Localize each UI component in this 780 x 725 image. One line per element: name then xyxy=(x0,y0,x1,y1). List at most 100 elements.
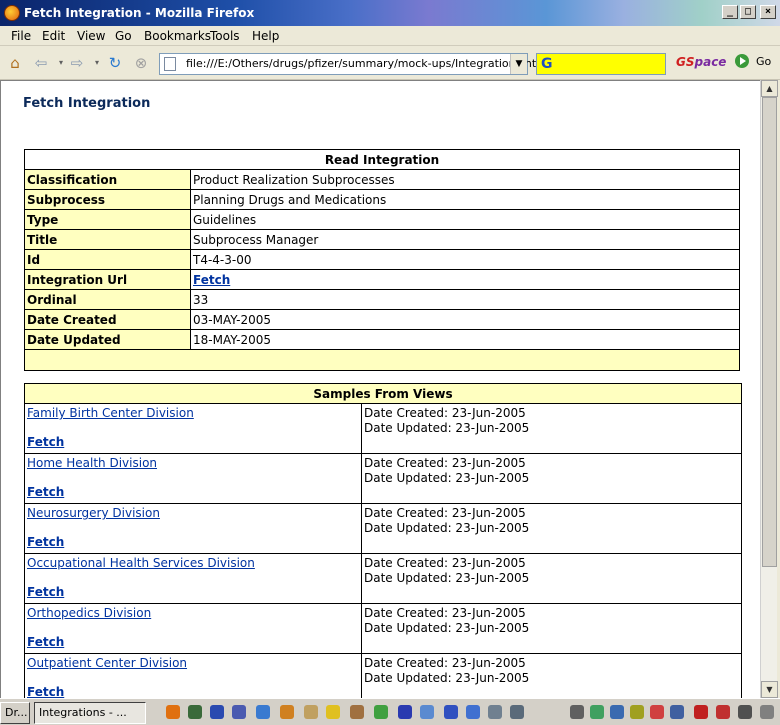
system-tray-icon-6[interactable] xyxy=(670,705,684,719)
stop-icon[interactable]: ⊗ xyxy=(132,54,150,72)
system-tray-icon-9[interactable] xyxy=(738,705,752,719)
division-link[interactable]: Outpatient Center Division xyxy=(27,656,359,670)
menu-file[interactable]: File xyxy=(11,29,31,43)
window-titlebar: Fetch Integration - Mozilla Firefox _ □ … xyxy=(0,0,780,26)
sample-name-cell: Neurosurgery Division Fetch xyxy=(24,503,362,554)
reload-icon[interactable]: ↻ xyxy=(106,54,124,72)
forward-icon[interactable]: ⇨ xyxy=(68,54,86,72)
scroll-down-icon[interactable]: ▼ xyxy=(761,681,778,698)
menu-go[interactable]: Go xyxy=(115,29,132,43)
info-value-cell: Fetch xyxy=(190,269,740,290)
info-row: Id T4-4-3-00 xyxy=(24,249,740,270)
app-tray-icon-13[interactable] xyxy=(488,705,502,719)
division-link[interactable]: Home Health Division xyxy=(27,456,359,470)
app-tray-icon-5[interactable] xyxy=(304,705,318,719)
system-tray-icon-5[interactable] xyxy=(650,705,664,719)
division-link[interactable]: Occupational Health Services Division xyxy=(27,556,359,570)
gspace-logo[interactable]: GSpace xyxy=(676,55,726,69)
fetch-link[interactable]: Fetch xyxy=(27,685,359,698)
sample-dates-cell: Date Created: 23-Jun-2005 Date Updated: 2… xyxy=(361,503,742,554)
sample-name-cell: Orthopedics Division Fetch xyxy=(24,603,362,654)
app-tray-icon-12[interactable] xyxy=(466,705,480,719)
window-title: Fetch Integration - Mozilla Firefox xyxy=(24,6,255,20)
app-tray-icon-6[interactable] xyxy=(326,705,340,719)
back-icon[interactable]: ⇦ xyxy=(32,54,50,72)
info-label: Date Updated xyxy=(24,329,191,350)
page-icon xyxy=(164,57,176,71)
go-icon[interactable] xyxy=(735,54,749,68)
system-tray-icon-8[interactable] xyxy=(716,705,730,719)
fetch-link[interactable]: Fetch xyxy=(27,435,359,449)
taskbar-item-integrations[interactable]: Integrations - ... xyxy=(34,702,146,724)
system-tray-icon-7[interactable] xyxy=(694,705,708,719)
menu-view[interactable]: View xyxy=(77,29,105,43)
search-box[interactable]: G xyxy=(536,53,666,75)
info-label: Ordinal xyxy=(24,289,191,310)
app-tray-icon-1[interactable] xyxy=(188,705,202,719)
url-input[interactable]: file:///E:/Others/drugs/pfizer/summary/m… xyxy=(186,57,547,70)
close-button[interactable]: × xyxy=(760,5,776,19)
home-icon[interactable]: ⌂ xyxy=(6,54,24,72)
forward-dropdown-icon[interactable]: ▾ xyxy=(88,54,106,72)
firefox-icon xyxy=(4,5,20,21)
search-engine-icon[interactable]: G xyxy=(541,56,553,72)
info-value: Product Realization Subprocesses xyxy=(190,169,740,190)
system-tray-icon-4[interactable] xyxy=(630,705,644,719)
system-tray-icon-10[interactable] xyxy=(760,705,774,719)
info-label: Title xyxy=(24,229,191,250)
samples-header: Samples From Views xyxy=(24,383,742,404)
menu-bookmarks[interactable]: Bookmarks xyxy=(144,29,211,43)
menu-tools[interactable]: Tools xyxy=(210,29,240,43)
go-button-label[interactable]: Go xyxy=(756,55,771,68)
info-row: Type Guidelines xyxy=(24,209,740,230)
app-tray-icon-9[interactable] xyxy=(398,705,412,719)
minimize-button[interactable]: _ xyxy=(722,5,738,19)
sample-name-cell: Outpatient Center Division Fetch xyxy=(24,653,362,698)
info-row: Ordinal 33 xyxy=(24,289,740,310)
system-tray-icon-3[interactable] xyxy=(610,705,624,719)
url-dropdown-icon[interactable]: ▼ xyxy=(510,54,527,74)
app-tray-icon-7[interactable] xyxy=(350,705,364,719)
fetch-link[interactable]: Fetch xyxy=(27,535,359,549)
fetch-link[interactable]: Fetch xyxy=(27,485,359,499)
firefox-tray-icon[interactable] xyxy=(166,705,180,719)
division-link[interactable]: Neurosurgery Division xyxy=(27,506,359,520)
app-tray-icon-14[interactable] xyxy=(510,705,524,719)
app-tray-icon-4[interactable] xyxy=(280,705,294,719)
menu-help[interactable]: Help xyxy=(252,29,279,43)
maximize-button[interactable]: □ xyxy=(740,5,756,19)
date-updated: Date Updated: 23-Jun-2005 xyxy=(364,621,530,635)
date-updated: Date Updated: 23-Jun-2005 xyxy=(364,421,530,435)
ie-tray-icon[interactable] xyxy=(256,705,270,719)
app-tray-icon-11[interactable] xyxy=(444,705,458,719)
app-tray-icon-2[interactable] xyxy=(210,705,224,719)
vertical-scrollbar[interactable]: ▲ ▼ xyxy=(760,80,778,698)
info-value: Planning Drugs and Medications xyxy=(190,189,740,210)
integration-url-link[interactable]: Fetch xyxy=(193,273,230,287)
info-label: Type xyxy=(24,209,191,230)
division-link[interactable]: Family Birth Center Division xyxy=(27,406,359,420)
app-tray-icon-8[interactable] xyxy=(374,705,388,719)
menu-edit[interactable]: Edit xyxy=(42,29,65,43)
info-label: Classification xyxy=(24,169,191,190)
app-tray-icon-3[interactable] xyxy=(232,705,246,719)
read-integration-table: Read Integration Classification Product R… xyxy=(24,149,740,371)
sample-row: Neurosurgery Division Fetch Date Created: … xyxy=(24,503,742,554)
url-bar[interactable]: file:///E:/Others/drugs/pfizer/summary/m… xyxy=(159,53,547,75)
system-tray-icon-2[interactable] xyxy=(590,705,604,719)
sample-dates-cell: Date Created: 23-Jun-2005 Date Updated: 2… xyxy=(361,653,742,698)
division-link[interactable]: Orthopedics Division xyxy=(27,606,359,620)
date-updated: Date Updated: 23-Jun-2005 xyxy=(364,521,530,535)
fetch-link[interactable]: Fetch xyxy=(27,585,359,599)
info-row: Title Subprocess Manager xyxy=(24,229,740,250)
taskbar-item-1[interactable]: Dr... xyxy=(0,702,30,724)
scroll-thumb[interactable] xyxy=(762,97,777,567)
fetch-link[interactable]: Fetch xyxy=(27,635,359,649)
system-tray-icon-1[interactable] xyxy=(570,705,584,719)
app-tray-icon-10[interactable] xyxy=(420,705,434,719)
window-controls: _ □ × xyxy=(722,5,776,19)
date-updated: Date Updated: 23-Jun-2005 xyxy=(364,471,530,485)
info-row: Date Created 03-MAY-2005 xyxy=(24,309,740,330)
navigation-toolbar: ⌂ ⇦ ▾ ⇨ ▾ ↻ ⊗ file:///E:/Others/drugs/pf… xyxy=(0,46,780,80)
scroll-up-icon[interactable]: ▲ xyxy=(761,80,778,97)
